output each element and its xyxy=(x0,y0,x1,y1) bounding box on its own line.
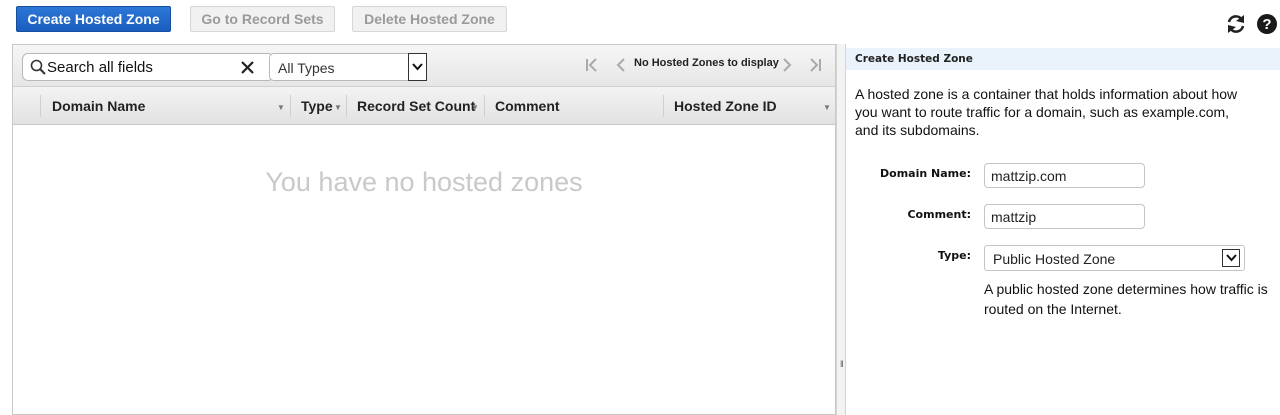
filter-bar: All Types No Hosted Zones to display xyxy=(13,45,835,87)
help-icon[interactable]: ? xyxy=(1256,13,1278,35)
search-box xyxy=(22,53,274,81)
zone-type-dropdown-button[interactable] xyxy=(1222,249,1240,267)
panel-splitter[interactable]: ‖ xyxy=(836,44,846,415)
zone-type-help-text: A public hosted zone determines how traf… xyxy=(984,281,1268,317)
type-label: Type: xyxy=(937,249,971,262)
empty-state-message: You have no hosted zones xyxy=(265,167,583,197)
column-header-comment[interactable]: Comment xyxy=(495,98,560,114)
pagination-status: No Hosted Zones to display xyxy=(634,57,779,69)
column-divider xyxy=(484,95,485,117)
go-to-record-sets-button[interactable]: Go to Record Sets xyxy=(190,6,335,32)
column-divider xyxy=(40,95,41,117)
last-page-icon[interactable] xyxy=(807,57,823,73)
domain-name-field[interactable]: mattzip.com xyxy=(984,163,1145,188)
search-icon xyxy=(30,59,46,75)
chevron-down-icon xyxy=(412,63,423,71)
type-filter-select[interactable]: All Types xyxy=(269,53,427,81)
sort-icon[interactable]: ▼ xyxy=(823,103,831,112)
sort-icon[interactable]: ▼ xyxy=(471,103,479,112)
first-page-icon[interactable] xyxy=(584,57,600,73)
create-hosted-zone-button[interactable]: Create Hosted Zone xyxy=(16,6,171,32)
domain-name-label: Domain Name: xyxy=(880,167,971,180)
panel-description: A hosted zone is a container that holds … xyxy=(855,86,1238,138)
svg-text:?: ? xyxy=(1262,16,1271,33)
clear-search-icon[interactable] xyxy=(240,60,255,75)
column-header-hosted-zone-id[interactable]: Hosted Zone ID xyxy=(674,98,777,114)
previous-page-icon[interactable] xyxy=(613,57,629,73)
column-header-record-set-count[interactable]: Record Set Count xyxy=(357,98,475,114)
splitter-grip-icon[interactable]: ‖ xyxy=(840,359,844,369)
comment-label: Comment: xyxy=(907,208,971,221)
refresh-icon[interactable] xyxy=(1225,13,1247,35)
table-header: Domain Name ▼ Type ▼ Record Set Count ▼ … xyxy=(13,87,835,125)
search-input[interactable] xyxy=(47,57,242,77)
next-page-icon[interactable] xyxy=(779,57,795,73)
column-divider xyxy=(663,95,664,117)
comment-field[interactable]: mattzip xyxy=(984,204,1145,229)
column-header-domain-name[interactable]: Domain Name xyxy=(52,98,145,114)
create-hosted-zone-panel: Create Hosted Zone A hosted zone is a co… xyxy=(846,44,1280,415)
column-divider xyxy=(346,95,347,117)
column-divider xyxy=(290,95,291,117)
hosted-zones-panel: All Types No Hosted Zones to display Dom… xyxy=(12,44,836,415)
sort-icon[interactable]: ▼ xyxy=(334,103,342,112)
type-filter-dropdown-button[interactable] xyxy=(408,53,427,81)
sort-icon[interactable]: ▼ xyxy=(277,103,285,112)
panel-title: Create Hosted Zone xyxy=(846,48,1280,70)
type-filter-value: All Types xyxy=(278,60,335,76)
zone-type-select[interactable]: Public Hosted Zone xyxy=(984,245,1245,271)
delete-hosted-zone-button[interactable]: Delete Hosted Zone xyxy=(352,6,507,32)
chevron-down-icon xyxy=(1226,254,1237,262)
column-header-type[interactable]: Type xyxy=(301,98,333,114)
zone-type-value: Public Hosted Zone xyxy=(993,251,1116,267)
